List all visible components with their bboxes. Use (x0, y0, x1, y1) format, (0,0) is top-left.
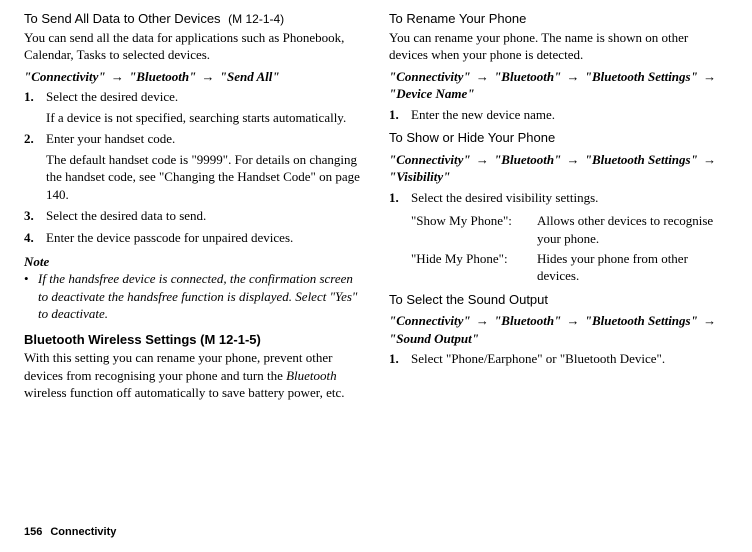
menu-code: (M 12-1-4) (228, 12, 284, 26)
left-column: To Send All Data to Other Devices (M 12-… (24, 8, 365, 406)
bullet-icon: • (24, 270, 29, 288)
option-label: "Hide My Phone": (411, 250, 529, 285)
arrow-icon: → (471, 69, 495, 84)
section-heading-bt-settings: Bluetooth Wireless Settings (M 12-1-5) (24, 331, 365, 349)
intro-paragraph: You can send all the data for applicatio… (24, 29, 365, 64)
step-text: Select "Phone/Earphone" or "Bluetooth De… (411, 351, 665, 366)
step-number: 1. (389, 106, 399, 124)
step-item: 1. Enter the new device name. (389, 106, 730, 124)
menu-code: (M 12-1-5) (200, 332, 261, 347)
text-part: wireless function off automatically to s… (24, 385, 345, 400)
note-text: If the handsfree device is connected, th… (38, 271, 357, 321)
step-text: Select the desired visibility settings. (411, 190, 598, 205)
option-desc: Allows other devices to recognise your p… (537, 212, 730, 247)
arrow-icon: → (106, 69, 130, 84)
footer-section: Connectivity (50, 526, 116, 538)
step-item: 3. Select the desired data to send. (24, 207, 365, 225)
step-text: Enter your handset code. (46, 131, 175, 146)
nav-path: "Connectivity" → "Bluetooth" → "Bluetoot… (389, 312, 730, 347)
step-text: Enter the new device name. (411, 107, 555, 122)
heading-text: To Select the Sound Output (389, 292, 548, 307)
arrow-icon: → (471, 152, 495, 167)
section-heading-visibility: To Show or Hide Your Phone (389, 129, 730, 147)
step-list: 1. Select the desired visibility setting… (389, 189, 730, 207)
step-number: 1. (389, 350, 399, 368)
heading-text: To Rename Your Phone (389, 11, 526, 26)
step-subtext: The default handset code is "9999". For … (46, 151, 365, 204)
intro-paragraph: You can rename your phone. The name is s… (389, 29, 730, 64)
arrow-icon: → (561, 313, 585, 328)
option-desc: Hides your phone from other devices. (537, 250, 730, 285)
nav-path: "Connectivity" → "Bluetooth" → "Bluetoot… (389, 151, 730, 186)
arrow-icon: → (698, 69, 718, 84)
note-heading: Note (24, 253, 365, 271)
arrow-icon: → (561, 152, 585, 167)
nav-path: "Connectivity" → "Bluetooth" → "Send All… (24, 68, 365, 86)
arrow-icon: → (471, 313, 495, 328)
arrow-icon: → (561, 69, 585, 84)
arrow-icon: → (196, 69, 220, 84)
step-item: 1. Select the desired visibility setting… (389, 189, 730, 207)
arrow-icon: → (698, 313, 718, 328)
note-item: • If the handsfree device is connected, … (24, 270, 365, 323)
right-column: To Rename Your Phone You can rename your… (389, 8, 730, 406)
step-number: 4. (24, 229, 34, 247)
step-item: 1. Select "Phone/Earphone" or "Bluetooth… (389, 350, 730, 368)
heading-text: To Show or Hide Your Phone (389, 130, 555, 145)
heading-text: To Send All Data to Other Devices (24, 11, 221, 26)
step-item: 2. Enter your handset code. The default … (24, 130, 365, 203)
intro-paragraph: With this setting you can rename your ph… (24, 349, 365, 402)
step-number: 2. (24, 130, 34, 148)
step-item: 1. Select the desired device. If a devic… (24, 88, 365, 126)
text-italic: Bluetooth (286, 368, 337, 383)
arrow-icon: → (698, 152, 718, 167)
step-list: 1. Select "Phone/Earphone" or "Bluetooth… (389, 350, 730, 368)
step-number: 1. (389, 189, 399, 207)
section-heading-send-all: To Send All Data to Other Devices (M 12-… (24, 10, 365, 28)
step-list: 1. Select the desired device. If a devic… (24, 88, 365, 246)
page-number: 156 (24, 526, 42, 538)
step-subtext: If a device is not specified, searching … (46, 109, 365, 127)
section-heading-sound: To Select the Sound Output (389, 291, 730, 309)
step-text: Enter the device passcode for unpaired d… (46, 230, 293, 245)
nav-path: "Connectivity" → "Bluetooth" → "Bluetoot… (389, 68, 730, 103)
step-number: 1. (24, 88, 34, 106)
page-footer: 156 Connectivity (24, 525, 116, 540)
section-heading-rename: To Rename Your Phone (389, 10, 730, 28)
step-number: 3. (24, 207, 34, 225)
option-table: "Show My Phone": Allows other devices to… (411, 212, 730, 284)
step-item: 4. Enter the device passcode for unpaire… (24, 229, 365, 247)
step-list: 1. Enter the new device name. (389, 106, 730, 124)
option-label: "Show My Phone": (411, 212, 529, 247)
step-text: Select the desired device. (46, 89, 178, 104)
step-text: Select the desired data to send. (46, 208, 206, 223)
heading-text: Bluetooth Wireless Settings (24, 332, 197, 347)
